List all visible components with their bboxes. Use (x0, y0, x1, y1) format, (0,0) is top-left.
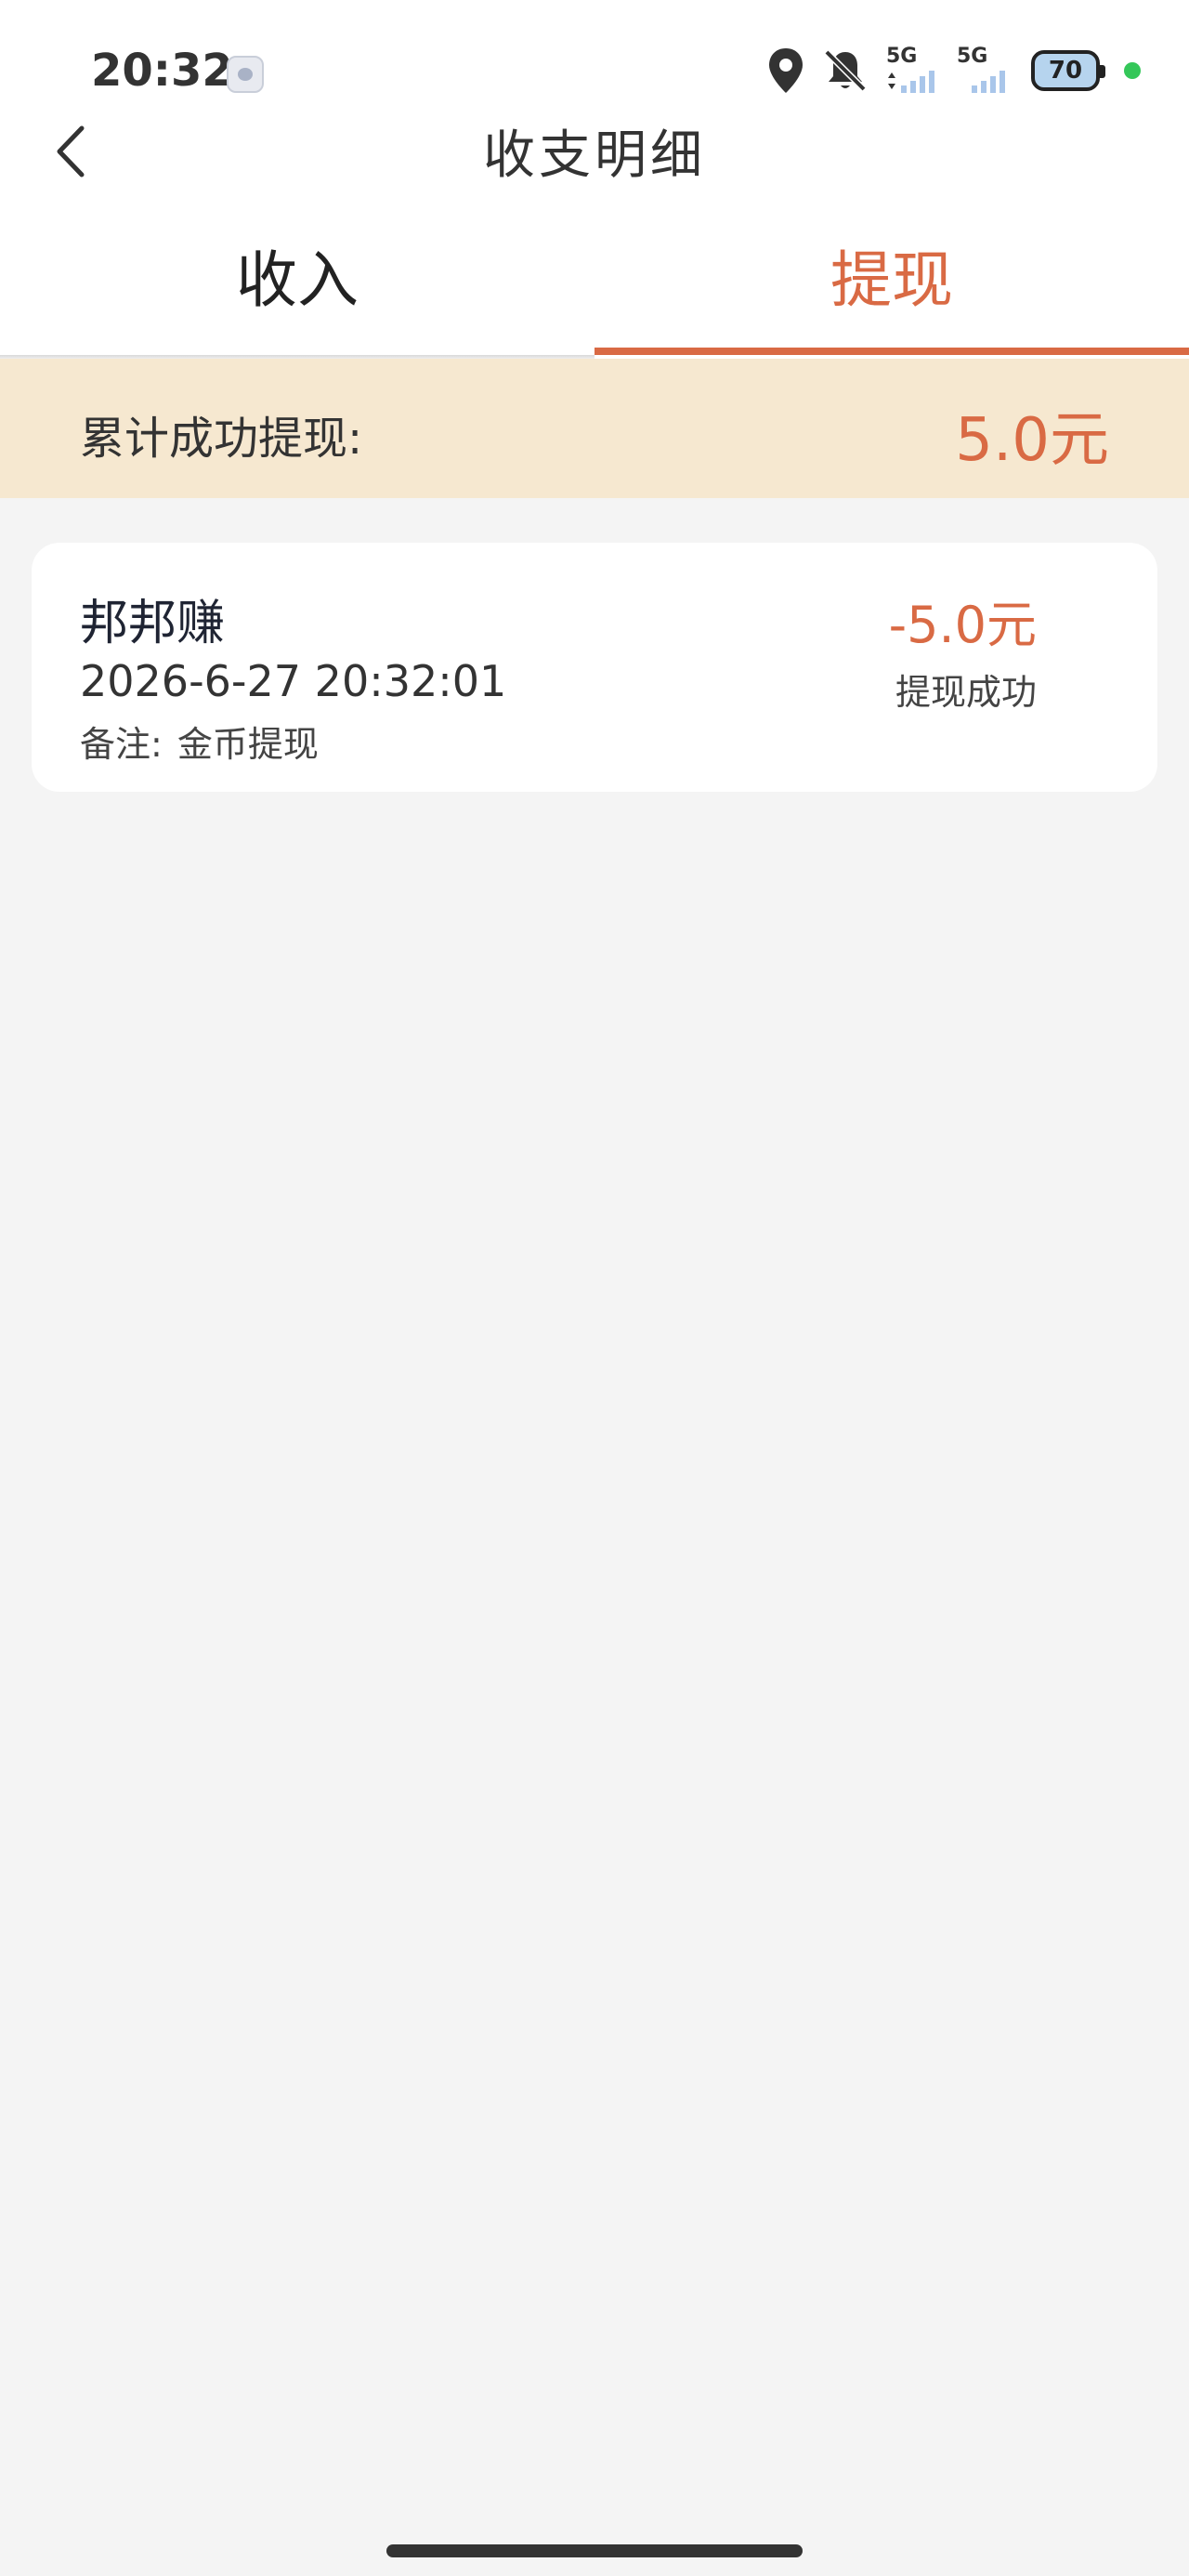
signal-1: 5G (886, 46, 940, 95)
status-time: 20:32 (91, 45, 233, 97)
battery-level: 70 (1048, 57, 1083, 85)
list-item[interactable]: 邦邦赚 2026-6-27 20:32:01 备注: 金币提现 -5.0元 提现… (32, 543, 1157, 792)
record-status: 提现成功 (895, 672, 1037, 713)
network-type-label: 5G (957, 45, 988, 68)
mute-icon (821, 46, 869, 95)
record-note-value: 金币提现 (176, 724, 319, 765)
withdraw-summary-banner: 累计成功提现: 5.0元 (0, 359, 1189, 498)
page-title: 收支明细 (483, 125, 706, 186)
record-note: 备注: 金币提现 (80, 716, 319, 767)
tab-income[interactable]: 收入 (0, 216, 594, 355)
summary-label: 累计成功提现: (80, 413, 363, 465)
signal-icon (972, 71, 1005, 93)
summary-value: 5.0元 (955, 406, 1109, 475)
battery: 70 (1031, 50, 1105, 91)
status-dot (1124, 62, 1141, 79)
home-indicator[interactable] (386, 2544, 803, 2557)
record-datetime: 2026-6-27 20:32:01 (80, 656, 507, 706)
record-note-label: 备注: (80, 724, 163, 765)
tab-withdraw[interactable]: 提现 (594, 216, 1189, 355)
location-icon (767, 46, 804, 95)
signal-2: 5G (957, 46, 1011, 95)
battery-icon: 70 (1031, 50, 1105, 91)
signal-icon (888, 71, 934, 93)
status-icons: 5G 5G 70 (751, 43, 1141, 99)
network-type-label: 5G (886, 45, 918, 68)
app-notification-icon (227, 56, 264, 93)
tab-bar: 收入 提现 (0, 216, 1189, 355)
record-amount: -5.0元 (888, 596, 1037, 654)
record-title: 邦邦赚 (80, 596, 226, 651)
